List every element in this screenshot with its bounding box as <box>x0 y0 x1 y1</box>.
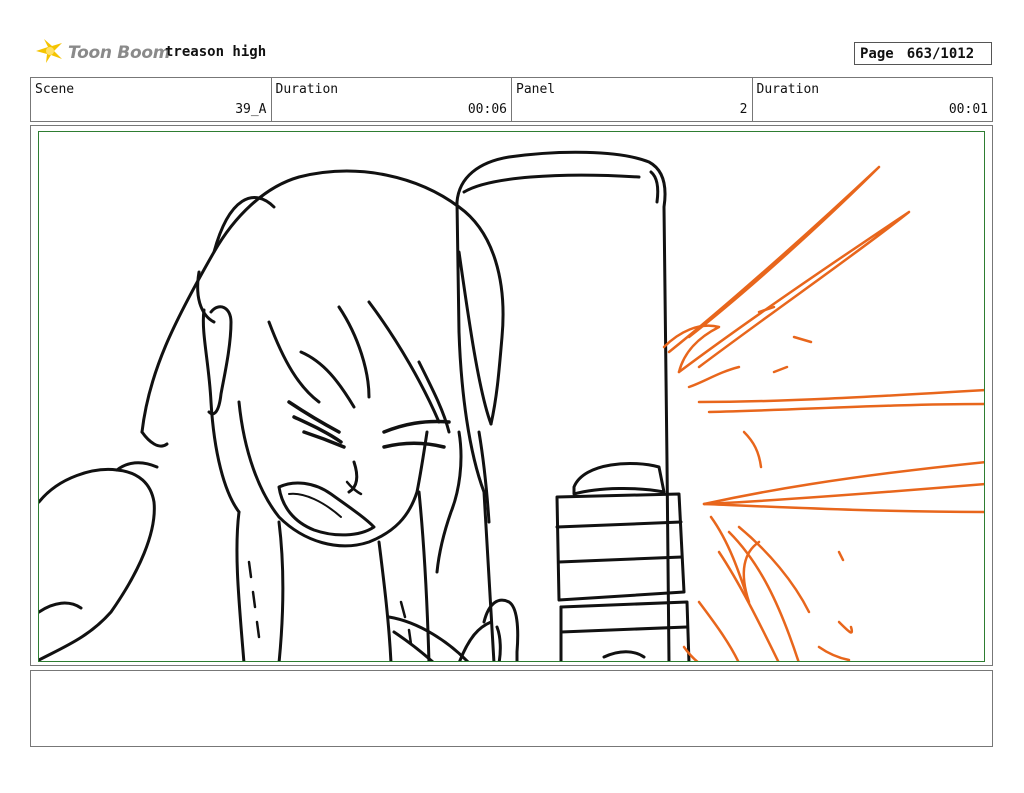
scene-duration-value: 00:06 <box>467 102 507 117</box>
scene-label: Scene <box>35 82 75 97</box>
storyboard-sketch <box>39 150 984 661</box>
panel-duration-cell: Duration 00:01 <box>753 78 993 121</box>
page-label: Page <box>860 45 894 62</box>
page-number: 663/1012 <box>906 45 975 62</box>
scene-duration-cell: Duration 00:06 <box>272 78 512 121</box>
panel-duration-value: 00:01 <box>948 102 988 117</box>
panel-cell: Panel 2 <box>512 78 753 121</box>
logo-text: Toon Boom <box>68 43 171 63</box>
toon-boom-logo: Toon Boom <box>34 38 170 68</box>
scene-duration-label: Duration <box>275 82 339 97</box>
storyboard-panel-frame <box>30 125 993 666</box>
panel-duration-label: Duration <box>756 82 820 97</box>
project-title: treason high <box>165 44 267 60</box>
panel-value: 2 <box>739 102 748 117</box>
page-indicator: Page 663/1012 <box>854 42 992 65</box>
scene-value: 39_A <box>235 102 267 117</box>
panel-label: Panel <box>516 82 556 97</box>
panel-info-row: Scene 39_A Duration 00:06 Panel 2 Durati… <box>30 77 993 122</box>
storyboard-drawing-area[interactable] <box>38 131 985 662</box>
scene-cell: Scene 39_A <box>31 78 272 121</box>
panel-notes-box[interactable] <box>30 670 993 747</box>
sparkle-icon <box>34 37 64 69</box>
